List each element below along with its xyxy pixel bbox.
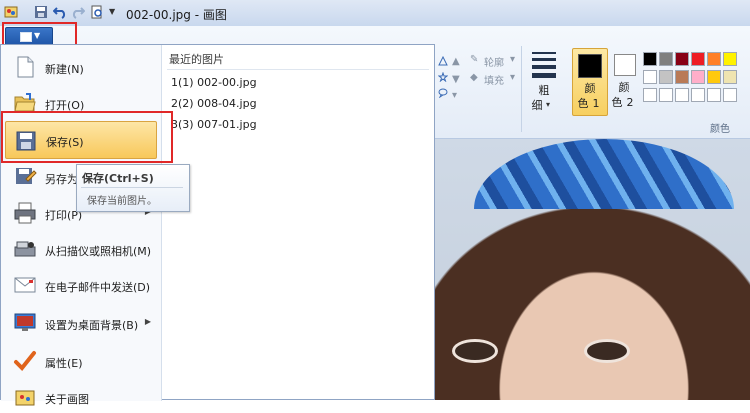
save-icon[interactable] — [34, 5, 48, 19]
ribbon-divider — [521, 46, 522, 132]
printer-icon — [14, 202, 36, 224]
thickness-dropdown-icon: ▾ — [546, 100, 551, 109]
color-swatch[interactable] — [643, 70, 657, 84]
menu-item-label: 保存(S) — [46, 136, 84, 149]
color-swatch[interactable] — [707, 70, 721, 84]
file-menu: 新建(N) 打开(O) 保存(S) 另存为 ▶ 打印(P) ▶ 从扫描仪或照相机… — [0, 44, 435, 406]
menu-item-desktop-background[interactable]: 设置为桌面背景(B) ▶ — [5, 305, 157, 339]
color-swatch[interactable] — [691, 70, 705, 84]
color-swatch[interactable] — [691, 88, 705, 102]
menu-item-label: 打开(O) — [45, 99, 85, 112]
thickness-button[interactable]: 粗 细 ▾ — [526, 48, 562, 112]
save-tooltip: 保存(Ctrl+S) 保存当前图片。 — [76, 164, 190, 212]
save-icon — [16, 131, 36, 151]
photo-eye-left — [452, 339, 498, 363]
color-swatch[interactable] — [723, 52, 737, 66]
save-as-icon — [16, 168, 37, 184]
tooltip-divider — [81, 187, 183, 188]
scanner-icon — [14, 241, 36, 257]
color1-button[interactable]: 颜 色 1 — [572, 48, 608, 116]
fill-dropdown-icon[interactable]: ▾ — [510, 72, 515, 83]
window-title: 002-00.jpg - 画图 — [126, 8, 227, 22]
color-swatch[interactable] — [675, 52, 689, 66]
colors-group-label: 颜色 — [710, 124, 730, 135]
menu-item-new[interactable]: 新建(N) — [5, 49, 157, 83]
color-swatch[interactable] — [723, 88, 737, 102]
outline-label[interactable]: 轮廓 — [484, 54, 504, 69]
menu-item-scanner[interactable]: 从扫描仪或照相机(M) — [5, 231, 157, 265]
menu-item-label: 设置为桌面背景(B) — [45, 319, 139, 332]
recent-file-item[interactable]: 2(2) 008-04.jpg — [171, 97, 257, 110]
menu-item-about[interactable]: 关于画图 — [5, 379, 157, 413]
fill-label[interactable]: 填充 — [484, 72, 504, 87]
outline-icon: ✎ — [470, 54, 479, 65]
tooltip-title: 保存(Ctrl+S) — [82, 172, 154, 185]
qat-customize-icon[interactable]: ▼ — [109, 7, 115, 16]
recent-file-item[interactable]: 3(3) 007-01.jpg — [171, 118, 257, 131]
photo-eye-right — [584, 339, 630, 363]
color-swatch[interactable] — [723, 70, 737, 84]
shapes-scroll-down-icon[interactable]: ▼ — [452, 74, 460, 85]
color2-swatch — [614, 54, 636, 76]
shapes-scroll-up-icon[interactable]: ▲ — [452, 56, 460, 67]
recent-file-item[interactable]: 1(1) 002-00.jpg — [171, 76, 257, 89]
color-swatch[interactable] — [691, 52, 705, 66]
checkmark-icon — [14, 351, 36, 371]
recent-divider — [167, 69, 429, 70]
menu-item-label: 关于画图 — [45, 393, 89, 406]
color-swatch[interactable] — [643, 52, 657, 66]
color1-label-1: 颜 — [584, 82, 596, 95]
color2-label-1: 颜 — [618, 81, 630, 94]
recent-pictures-title: 最近的图片 — [169, 53, 224, 66]
menu-item-label: 新建(N) — [45, 63, 84, 76]
menu-item-label: 属性(E) — [45, 357, 83, 370]
color2-button[interactable]: 颜 色 2 — [609, 48, 639, 114]
submenu-arrow-icon: ▶ — [144, 317, 151, 326]
color2-label-3: 2 — [626, 96, 634, 109]
tooltip-description: 保存当前图片。 — [87, 196, 157, 207]
outline-dropdown-icon[interactable]: ▾ — [510, 54, 515, 65]
color1-label-2: 色 — [577, 97, 589, 110]
color-swatch[interactable] — [643, 88, 657, 102]
menu-item-email[interactable]: 在电子邮件中发送(D) — [5, 267, 157, 301]
menu-item-label: 在电子邮件中发送(D) — [45, 281, 151, 294]
menu-item-open[interactable]: 打开(O) — [5, 85, 157, 119]
email-icon — [14, 277, 36, 293]
print-preview-icon[interactable] — [90, 5, 104, 19]
image-canvas[interactable] — [434, 139, 750, 400]
callout-shape-icon[interactable] — [438, 88, 448, 98]
fill-icon: ◆ — [470, 72, 478, 83]
menu-item-label: 另存为 — [45, 173, 78, 186]
menu-item-properties[interactable]: 属性(E) — [5, 343, 157, 377]
chevron-down-icon: ▼ — [34, 31, 41, 40]
color-swatch[interactable] — [707, 88, 721, 102]
open-folder-icon — [14, 93, 36, 112]
color-swatch[interactable] — [675, 88, 689, 102]
about-icon — [15, 390, 35, 406]
document-icon — [20, 32, 32, 42]
star-shape-icon[interactable] — [438, 72, 448, 82]
shapes-more-icon[interactable]: ▾ — [452, 90, 457, 101]
menu-item-label: 从扫描仪或照相机(M) — [45, 245, 152, 258]
color-swatch[interactable] — [659, 88, 673, 102]
color-swatch[interactable] — [675, 70, 689, 84]
color-swatch[interactable] — [659, 52, 673, 66]
color2-label-2: 色 — [611, 96, 623, 109]
thickness-label-1: 粗 — [538, 84, 550, 97]
color1-swatch — [578, 54, 602, 78]
color1-label-3: 1 — [592, 97, 600, 110]
redo-icon[interactable] — [71, 5, 85, 19]
triangle-shape-icon[interactable] — [438, 56, 448, 66]
color-swatch[interactable] — [707, 52, 721, 66]
new-file-icon — [17, 56, 34, 78]
paint-app-icon — [4, 6, 18, 18]
undo-icon[interactable] — [53, 5, 67, 19]
menu-item-save[interactable]: 保存(S) — [5, 121, 157, 159]
title-bar: ▼ 002-00.jpg - 画图 — [0, 0, 750, 27]
thickness-label-2: 细 — [531, 99, 543, 112]
color-swatch[interactable] — [659, 70, 673, 84]
desktop-icon — [14, 313, 36, 331]
